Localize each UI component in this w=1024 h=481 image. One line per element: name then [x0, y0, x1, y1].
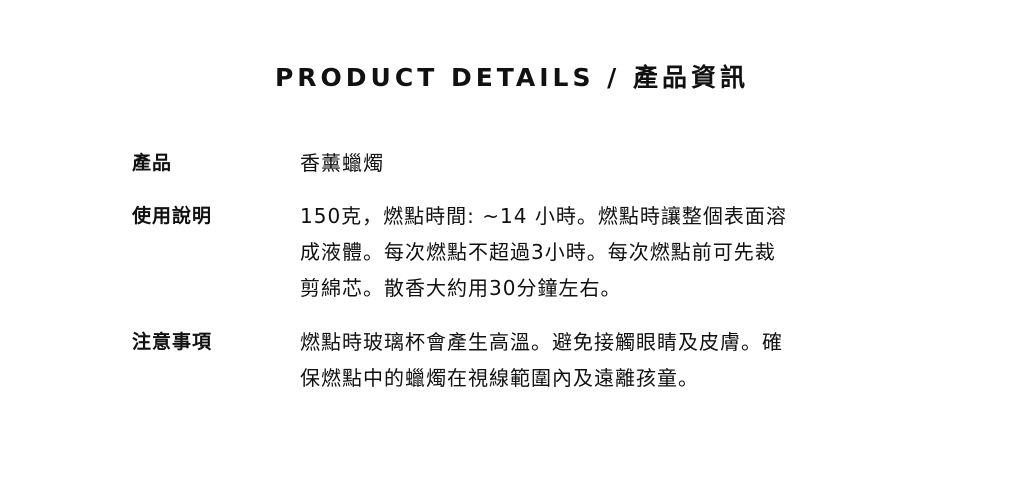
- value-line: 香薰蠟燭: [300, 151, 384, 175]
- value-line: 保燃點中的蠟燭在視線範圍內及遠離孩童。: [300, 366, 699, 390]
- row-value: 香薰蠟燭: [300, 145, 384, 181]
- page-title: PRODUCT DETAILS / 產品資訊: [274, 63, 750, 92]
- row-value: 150克，燃點時間: ~14 小時。燃點時讓整個表面溶 成液體。每次燃點不超過3…: [300, 198, 787, 306]
- value-line: 成液體。每次燃點不超過3小時。每次燃點前可先裁: [300, 240, 776, 264]
- row-label: 使用說明: [132, 205, 213, 227]
- row-label: 產品: [132, 152, 173, 174]
- value-line: 剪綿芯。散香大約用30分鐘左右。: [300, 276, 622, 300]
- row-value: 燃點時玻璃杯會產生高溫。避免接觸眼睛及皮膚。確 保燃點中的蠟燭在視線範圍內及遠離…: [300, 324, 783, 396]
- value-line: 150克，燃點時間: ~14 小時。燃點時讓整個表面溶: [300, 204, 787, 228]
- value-line: 燃點時玻璃杯會產生高溫。避免接觸眼睛及皮膚。確: [300, 330, 783, 354]
- row-label: 注意事項: [132, 331, 213, 353]
